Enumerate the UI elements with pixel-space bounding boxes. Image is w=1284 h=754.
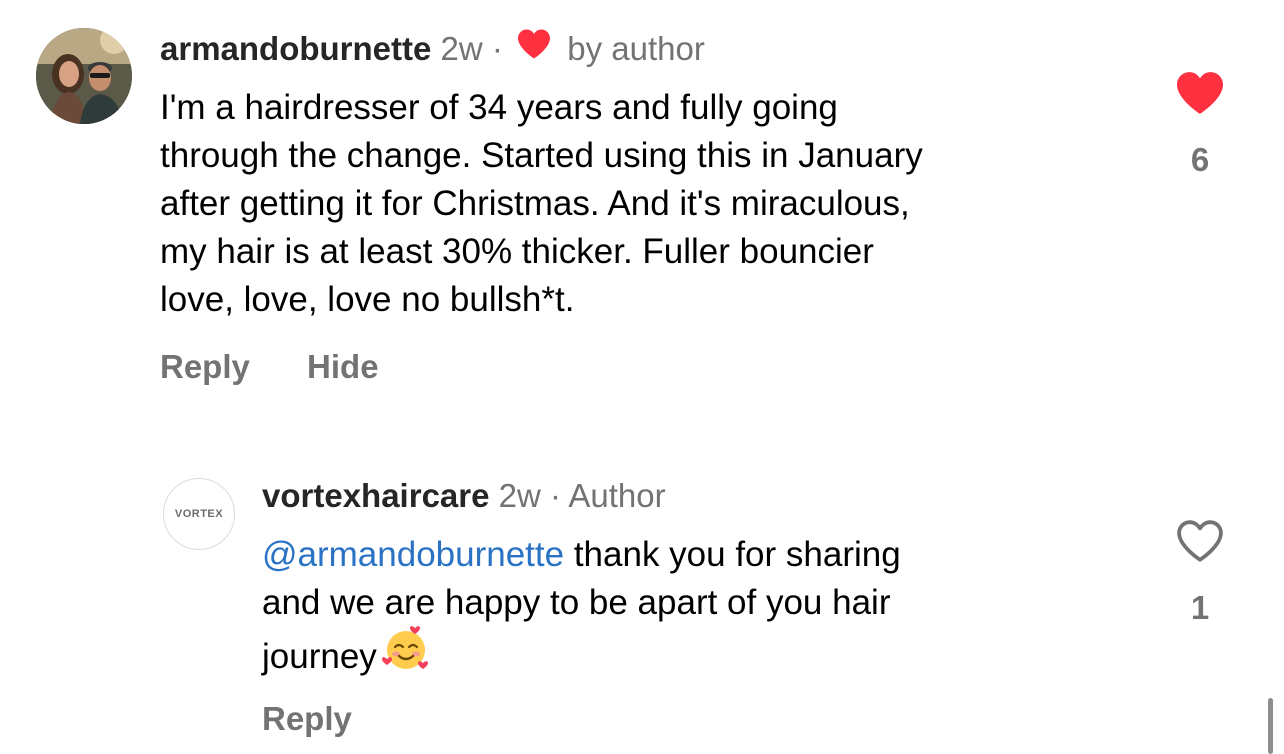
comment-actions: Reply	[262, 700, 400, 738]
timestamp: 2w	[440, 30, 483, 67]
username[interactable]: armandoburnette	[160, 30, 431, 67]
author-label: Author	[568, 477, 666, 514]
username[interactable]: vortexhaircare	[262, 477, 489, 514]
comment-text: I'm a hairdresser of 34 years and fully …	[160, 88, 923, 319]
scrollbar[interactable]	[1268, 698, 1273, 754]
separator: ·	[491, 30, 503, 67]
like-count: 6	[1190, 141, 1210, 178]
like-column: 1	[1170, 518, 1230, 627]
avatar[interactable]: VORTEX	[163, 478, 235, 550]
hide-button[interactable]: Hide	[307, 348, 379, 386]
reply-button[interactable]: Reply	[262, 700, 352, 738]
smiling-face-with-hearts-emoji-icon	[381, 623, 431, 686]
like-column: 6	[1170, 70, 1230, 179]
timestamp: 2w	[498, 477, 541, 514]
reply-button[interactable]: Reply	[160, 348, 250, 386]
comment-actions: Reply Hide	[160, 348, 427, 386]
like-count: 1	[1190, 589, 1210, 626]
separator: ·	[550, 477, 562, 514]
liked-by-author-label: by author	[567, 30, 705, 67]
heart-filled-icon[interactable]	[1174, 70, 1226, 121]
comment-header: vortexhaircare 2w · Author	[262, 476, 666, 516]
comment-header: armandoburnette 2w · by author	[160, 29, 705, 72]
avatar[interactable]	[36, 28, 132, 124]
heart-outline-icon[interactable]	[1174, 518, 1226, 569]
comment-text: @armandoburnette thank you for sharing a…	[262, 531, 901, 690]
author-liked-heart-icon	[516, 28, 552, 69]
mention-link[interactable]: @armandoburnette	[262, 535, 564, 574]
avatar-logo-text: VORTEX	[174, 508, 224, 520]
